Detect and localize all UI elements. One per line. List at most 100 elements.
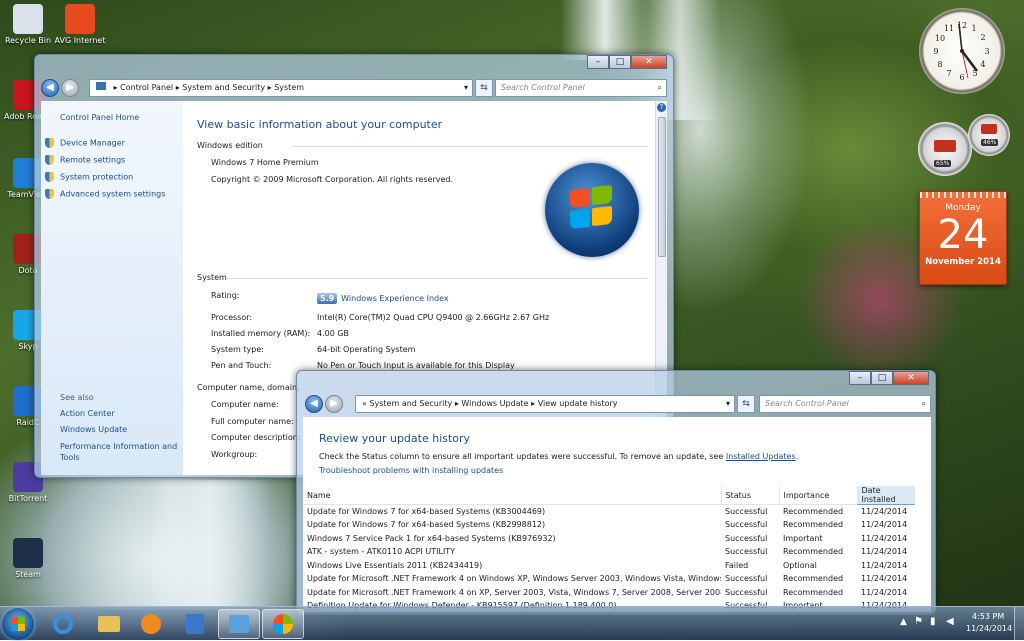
computer-row-label: Workgroup: [211,449,258,459]
table-cell: 11/24/2014 [861,560,908,570]
maximize-button[interactable]: □ [609,55,631,69]
action-center-link[interactable]: Action Center [60,409,115,418]
column-header[interactable]: Date Installed [856,486,915,505]
breadcrumb-item[interactable]: System and Security [369,399,452,408]
chevron-down-icon[interactable]: ▾ [464,80,468,96]
recycle-bin-icon [13,4,43,34]
tray-arrow-icon[interactable]: ▲ [900,617,907,627]
sidebar-link[interactable]: Remote settings [45,155,125,165]
refresh-button[interactable]: ⇆ [475,79,493,97]
table-cell: Important [783,533,823,543]
flag-icon[interactable]: ⚑ [914,616,923,627]
start-button[interactable] [2,608,34,640]
cpu-meter-gadget[interactable]: 65% 46% [918,114,1010,176]
calendar-gadget[interactable]: Monday 24 November 2014 [919,191,1007,285]
taskbar-app-icon[interactable] [174,609,216,639]
table-cell: 11/24/2014 [861,520,908,530]
breadcrumb-item[interactable]: System [274,83,304,92]
sidebar-link[interactable]: Device Manager [45,138,125,148]
update-table: Name Status Importance Date Installed Updat… [303,486,915,613]
clock-gadget[interactable]: 12 1 2 3 4 5 6 7 8 9 10 11 [919,8,1005,94]
table-row[interactable]: Update for Windows 7 for x64-based Syste… [303,518,915,532]
close-button[interactable]: ✕ [893,371,929,385]
calendar-month-year: November 2014 [925,257,1001,267]
installed-updates-link[interactable]: Installed Updates [726,452,796,461]
table-cell: Update for Microsoft .NET Framework 4 on… [307,574,721,584]
breadcrumb-item[interactable]: Windows Update [461,399,528,408]
table-row[interactable]: Windows Live Essentials 2011 (KB2434419)… [303,559,915,573]
column-header[interactable]: Importance [778,486,857,505]
breadcrumb-item[interactable]: System and Security [182,83,265,92]
table-cell: Successful [725,574,768,584]
sidebar-link-label: System protection [60,172,134,182]
taskbar-ie-icon[interactable] [42,609,84,639]
update-content: Review your update history Check the Sta… [303,417,931,612]
computer-icon [96,82,106,90]
table-cell: 11/24/2014 [861,507,908,516]
chevron-down-icon[interactable]: ▾ [726,396,730,412]
svg-text:8: 8 [937,60,942,69]
address-bar[interactable]: « System and Security ▸ Windows Update ▸… [355,395,735,413]
forward-button[interactable]: ▶ [61,79,79,97]
maximize-button[interactable]: □ [871,371,893,385]
edition-name: Windows 7 Home Premium [211,158,319,167]
rating-score-badge[interactable]: 5.9 [317,293,338,304]
forward-button[interactable]: ▶ [325,395,343,413]
troubleshoot-link[interactable]: Troubleshoot problems with installing up… [319,466,503,475]
column-header[interactable]: Status [720,486,779,505]
taskbar-control-panel-icon[interactable] [218,609,260,639]
minimize-button[interactable]: – [587,55,609,69]
table-cell: Windows Live Essentials 2011 (KB2434419) [307,560,483,570]
back-button[interactable]: ◀ [41,79,59,97]
search-placeholder: Search Control Panel [501,83,585,92]
table-row[interactable]: Windows 7 Service Pack 1 for x64-based S… [303,532,915,546]
update-history-window[interactable]: – □ ✕ ◀ ▶ « System and Security ▸ Window… [296,370,936,615]
desktop-icon[interactable]: Steam [0,538,56,579]
sidebar-link[interactable]: Advanced system settings [45,189,165,199]
clock-date[interactable]: 11/24/2014 [966,624,1012,633]
address-bar[interactable]: ▸ Control Panel ▸ System and Security ▸ … [89,79,473,97]
table-row[interactable]: Update for Microsoft .NET Framework 4 on… [303,572,915,586]
desktop-icon[interactable]: Recycle Bin [0,4,56,45]
refresh-button[interactable]: ⇆ [737,395,755,413]
clock-face-icon: 12 1234567891011 [933,21,989,82]
system-row-value: 4.00 GB [317,329,350,338]
table-cell: ATK - system - ATK0110 ACPI UTILITY [307,547,456,557]
update-page-title: Review your update history [319,432,471,445]
clock-time[interactable]: 4:53 PM [972,612,1004,621]
show-desktop-button[interactable] [1014,607,1024,641]
windows-edition-header: Windows edition [197,141,263,150]
taskbar-explorer-icon[interactable] [88,609,130,639]
taskbar-media-player-icon[interactable] [130,609,172,639]
minimize-button[interactable]: – [849,371,871,385]
help-icon[interactable]: ? [657,103,666,112]
svg-text:4: 4 [980,60,985,69]
control-panel-home-link[interactable]: Control Panel Home [60,113,139,122]
desktop-icon-label: BitTorrent [8,494,48,503]
windows-update-link[interactable]: Windows Update [60,425,127,434]
sidebar-link[interactable]: System protection [45,172,133,182]
table-row[interactable]: Update for Microsoft .NET Framework 4 on… [303,586,915,600]
search-input[interactable]: Search Control Panel ⌕ [495,79,667,97]
windows-logo-icon [545,163,639,257]
network-icon[interactable]: ▮ [930,616,936,627]
taskbar-windows-update-icon[interactable] [262,609,304,639]
performance-info-link[interactable]: Performance Information and Tools [60,441,178,463]
back-button[interactable]: ◀ [305,395,323,413]
windows-flag-icon [11,617,25,631]
table-cell: 11/24/2014 [861,533,908,543]
table-row[interactable]: ATK - system - ATK0110 ACPI UTILITY Succe… [303,545,915,559]
volume-icon[interactable]: ◀ [946,616,954,627]
breadcrumb-item[interactable]: Control Panel [120,83,173,92]
table-cell: 11/24/2014 [861,587,908,597]
search-input[interactable]: Search Control Panel ⌕ [759,395,931,413]
column-header[interactable]: Name [303,486,721,505]
desktop-icon[interactable]: AVG Internet [52,4,108,45]
close-button[interactable]: ✕ [631,55,667,69]
breadcrumb-item[interactable]: View update history [538,399,618,408]
table-row[interactable]: Update for Windows 7 for x64-based Syste… [303,505,915,519]
scrollbar-thumb[interactable] [658,117,666,257]
sidebar-link-label: Remote settings [60,155,126,165]
system-row-label: Rating: [211,291,240,300]
experience-index-link[interactable]: 5.9 Windows Experience Index [317,293,449,304]
